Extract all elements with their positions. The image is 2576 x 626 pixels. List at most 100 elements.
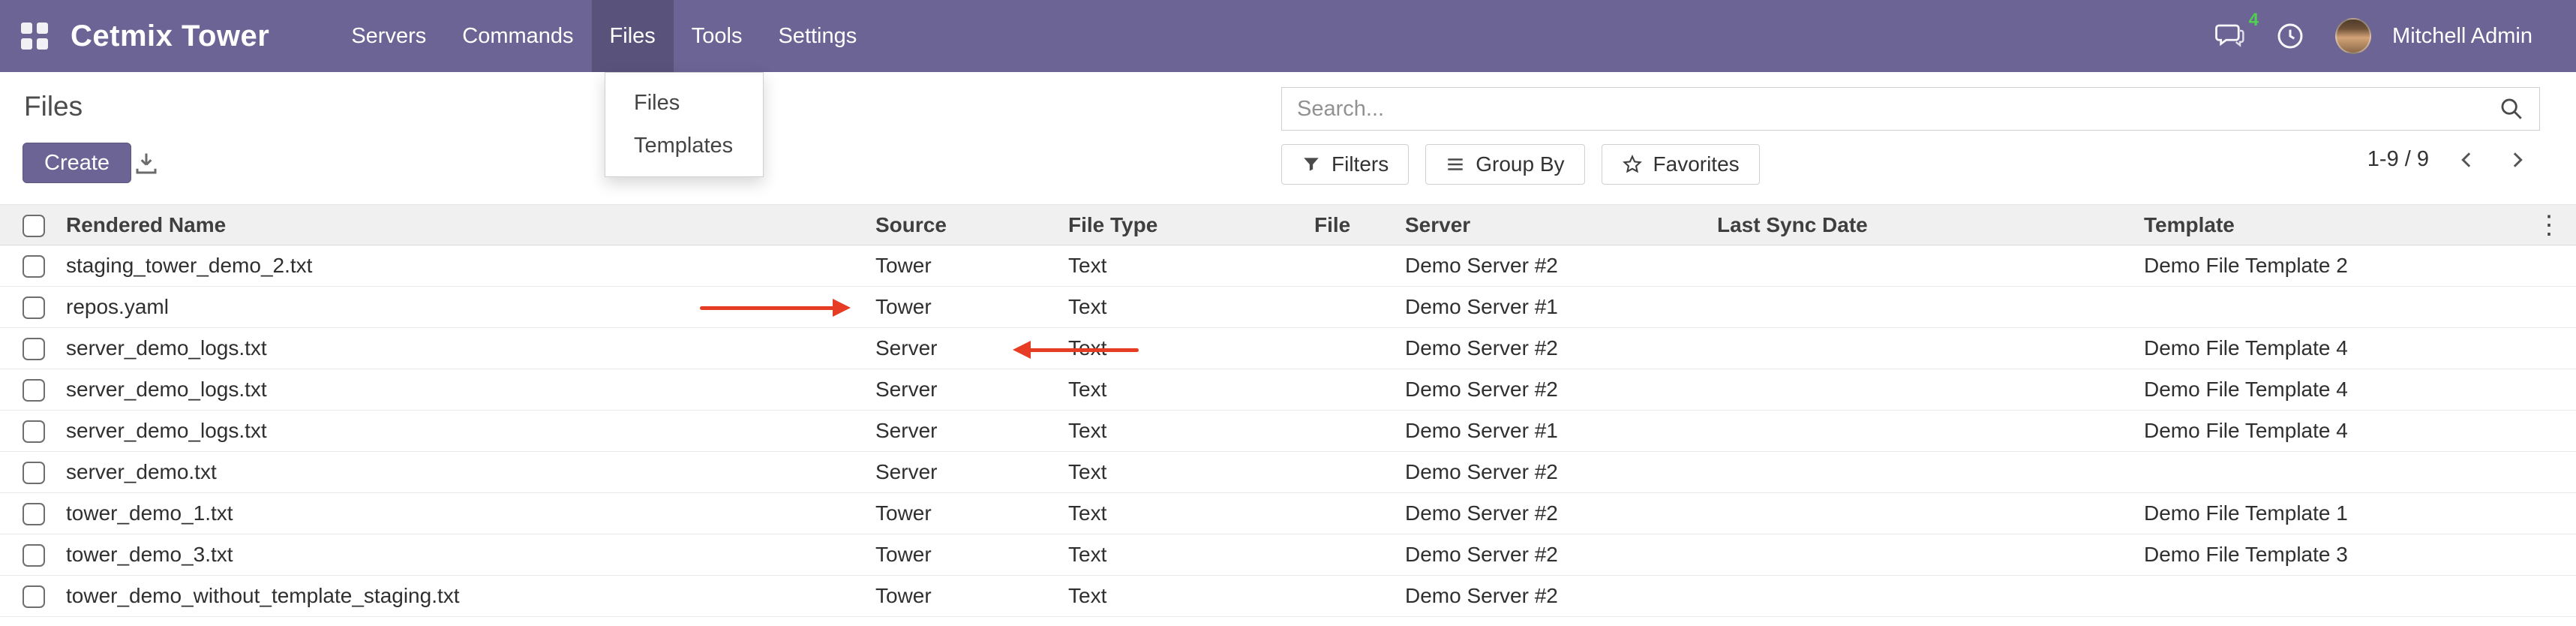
table-row[interactable]: tower_demo_1.txt Tower Text Demo Server …	[0, 493, 2576, 534]
row-checkbox[interactable]	[23, 585, 45, 608]
systray: 4 Mitchell Admin	[2214, 18, 2532, 54]
cell-template: Demo File Template 4	[2126, 411, 2576, 452]
search-box	[1281, 87, 2540, 131]
filters-button[interactable]: Filters	[1281, 144, 1409, 185]
dropdown-item-files[interactable]: Files	[605, 82, 763, 125]
search-icon[interactable]	[2499, 96, 2524, 122]
table-row[interactable]: server_demo.txt Server Text Demo Server …	[0, 452, 2576, 493]
files-list-table: Rendered Name Source File Type File Serv…	[0, 204, 2576, 617]
download-icon	[133, 150, 160, 177]
cell-file	[1296, 369, 1387, 411]
cell-template: Demo File Template 4	[2126, 328, 2576, 369]
cell-rendered-name: staging_tower_demo_2.txt	[48, 245, 857, 287]
chevron-right-icon	[2505, 149, 2528, 171]
row-checkbox[interactable]	[23, 544, 45, 567]
download-export-button[interactable]	[125, 144, 168, 183]
row-checkbox[interactable]	[23, 338, 45, 360]
cell-last-sync-date	[1699, 287, 2126, 328]
activities-clock-icon[interactable]	[2275, 21, 2305, 51]
table-row[interactable]: server_demo_logs.txt Server Text Demo Se…	[0, 328, 2576, 369]
cell-file	[1296, 287, 1387, 328]
column-header-file-type[interactable]: File Type	[1050, 205, 1296, 245]
column-header-rendered-name[interactable]: Rendered Name	[48, 205, 857, 245]
column-options-toggle-icon[interactable]: ⋮	[2534, 209, 2564, 242]
search-input[interactable]	[1297, 97, 2499, 122]
cell-last-sync-date	[1699, 369, 2126, 411]
cell-rendered-name: server_demo_logs.txt	[48, 411, 857, 452]
cell-server: Demo Server #2	[1387, 369, 1699, 411]
chevron-left-icon	[2456, 149, 2478, 171]
cell-template	[2126, 576, 2576, 617]
filter-bar: Filters Group By Favorites	[1281, 144, 1760, 185]
cell-file	[1296, 534, 1387, 576]
messages-icon[interactable]: 4	[2214, 20, 2245, 52]
cell-source: Server	[857, 411, 1050, 452]
column-header-file[interactable]: File	[1296, 205, 1387, 245]
cell-rendered-name: server_demo_logs.txt	[48, 328, 857, 369]
chat-bubble-icon	[2214, 20, 2245, 52]
cell-file	[1296, 411, 1387, 452]
cell-template	[2126, 452, 2576, 493]
menu-servers[interactable]: Servers	[333, 0, 444, 72]
cell-file	[1296, 245, 1387, 287]
dropdown-item-templates[interactable]: Templates	[605, 125, 763, 167]
pager-next-button[interactable]	[2505, 149, 2528, 171]
file-table-body: staging_tower_demo_2.txt Tower Text Demo…	[0, 245, 2576, 617]
cell-server: Demo Server #2	[1387, 452, 1699, 493]
table-row[interactable]: repos.yaml Tower Text Demo Server #1	[0, 287, 2576, 328]
column-header-source[interactable]: Source	[857, 205, 1050, 245]
group-by-bars-icon	[1446, 155, 1465, 174]
cell-file	[1296, 493, 1387, 534]
cell-file-type: Text	[1050, 411, 1296, 452]
group-by-button[interactable]: Group By	[1425, 144, 1584, 185]
pager: 1-9 / 9	[2367, 147, 2528, 172]
create-button[interactable]: Create	[23, 143, 131, 183]
cell-last-sync-date	[1699, 452, 2126, 493]
files-dropdown-menu: Files Templates	[605, 72, 764, 177]
star-icon	[1622, 154, 1643, 175]
column-header-server[interactable]: Server	[1387, 205, 1699, 245]
table-row[interactable]: tower_demo_without_template_staging.txt …	[0, 576, 2576, 617]
cell-template: Demo File Template 4	[2126, 369, 2576, 411]
cell-file-type: Text	[1050, 452, 1296, 493]
menu-tools[interactable]: Tools	[674, 0, 761, 72]
user-name[interactable]: Mitchell Admin	[2392, 24, 2532, 49]
favorites-button[interactable]: Favorites	[1602, 144, 1760, 185]
menu-files[interactable]: Files	[592, 0, 674, 72]
cell-file	[1296, 328, 1387, 369]
cell-source: Tower	[857, 534, 1050, 576]
table-row[interactable]: server_demo_logs.txt Server Text Demo Se…	[0, 369, 2576, 411]
row-checkbox[interactable]	[23, 503, 45, 525]
cell-server: Demo Server #2	[1387, 493, 1699, 534]
row-checkbox[interactable]	[23, 379, 45, 402]
column-header-template[interactable]: Template	[2126, 205, 2576, 245]
user-avatar[interactable]	[2335, 18, 2371, 54]
cell-source: Tower	[857, 493, 1050, 534]
row-checkbox[interactable]	[23, 255, 45, 278]
apps-grid-icon[interactable]	[21, 23, 48, 50]
menu-commands[interactable]: Commands	[444, 0, 591, 72]
select-all-checkbox[interactable]	[23, 215, 45, 237]
row-checkbox[interactable]	[23, 420, 45, 443]
cell-server: Demo Server #2	[1387, 576, 1699, 617]
cell-source: Tower	[857, 576, 1050, 617]
row-checkbox[interactable]	[23, 462, 45, 484]
cell-template	[2126, 287, 2576, 328]
pager-previous-button[interactable]	[2456, 149, 2478, 171]
cell-server: Demo Server #1	[1387, 287, 1699, 328]
table-row[interactable]: tower_demo_3.txt Tower Text Demo Server …	[0, 534, 2576, 576]
menu-settings[interactable]: Settings	[760, 0, 875, 72]
row-checkbox[interactable]	[23, 296, 45, 319]
column-header-last-sync-date[interactable]: Last Sync Date	[1699, 205, 2126, 245]
table-row[interactable]: server_demo_logs.txt Server Text Demo Se…	[0, 411, 2576, 452]
cell-source: Server	[857, 369, 1050, 411]
cell-last-sync-date	[1699, 576, 2126, 617]
table-row[interactable]: staging_tower_demo_2.txt Tower Text Demo…	[0, 245, 2576, 287]
cell-source: Tower	[857, 287, 1050, 328]
cell-source: Server	[857, 452, 1050, 493]
cell-file	[1296, 452, 1387, 493]
cell-server: Demo Server #1	[1387, 411, 1699, 452]
app-brand[interactable]: Cetmix Tower	[71, 20, 269, 53]
cell-server: Demo Server #2	[1387, 245, 1699, 287]
cell-last-sync-date	[1699, 411, 2126, 452]
